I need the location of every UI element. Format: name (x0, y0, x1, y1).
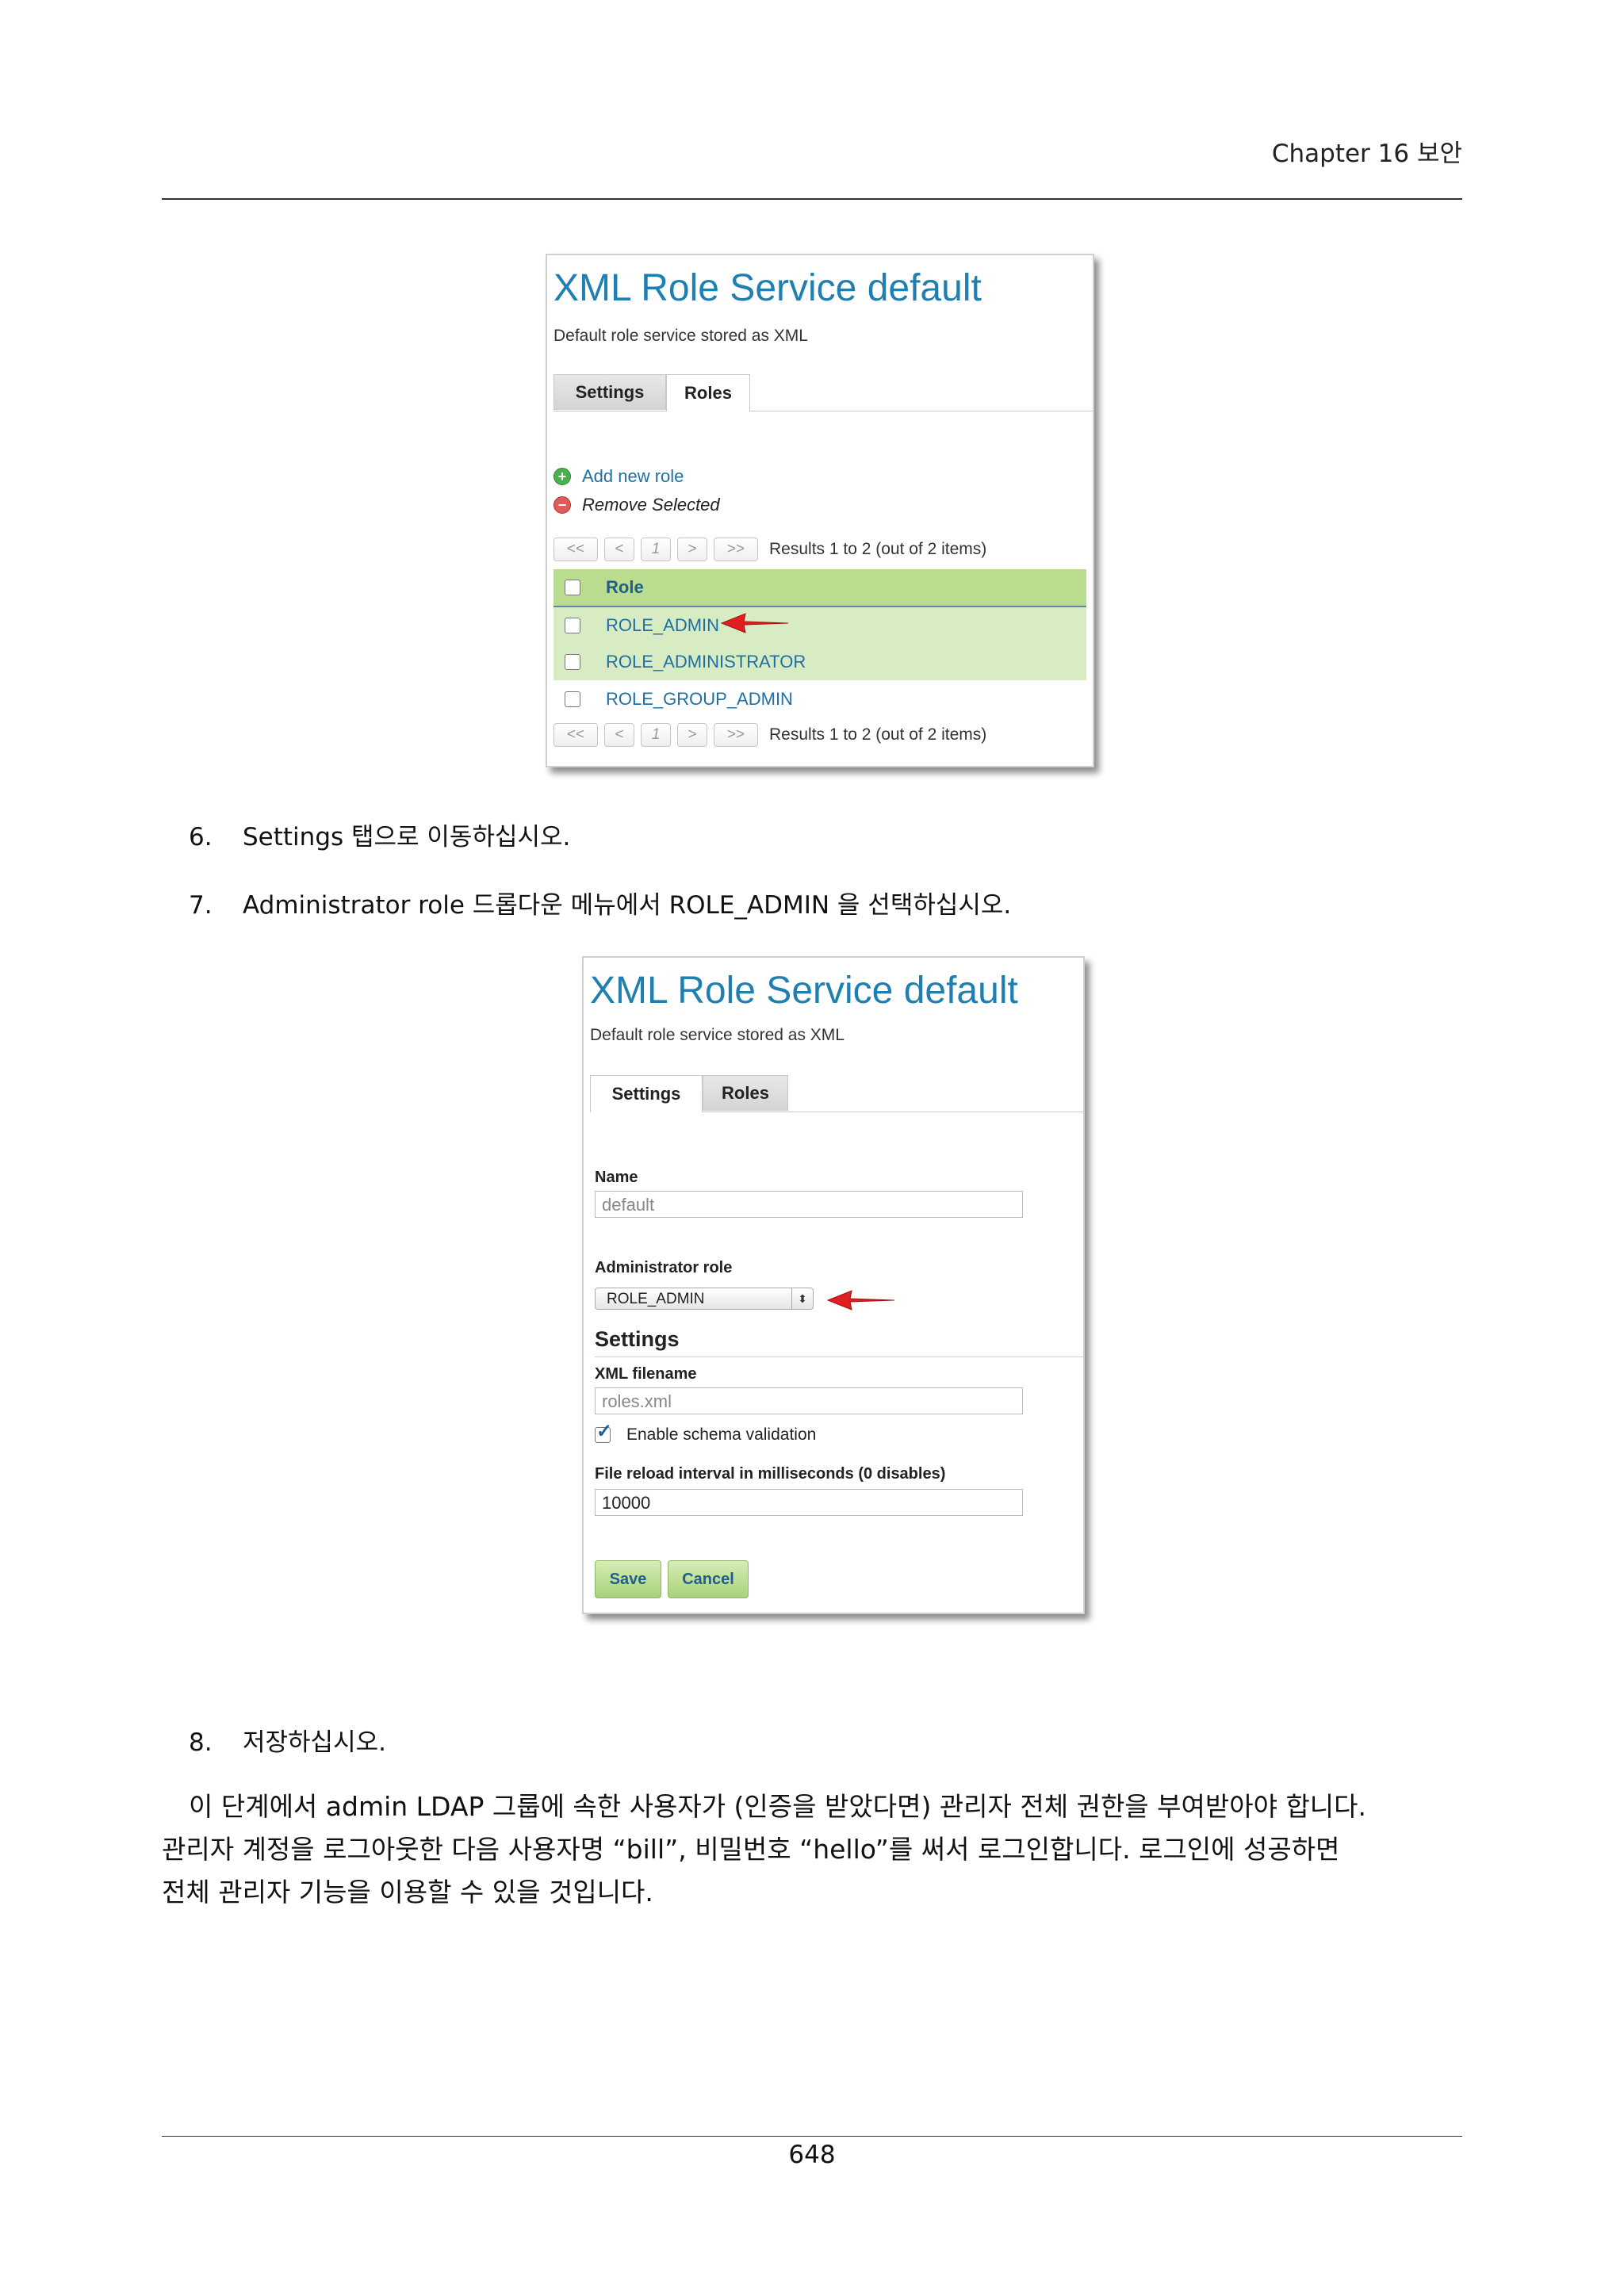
step-7: 7. Administrator role 드롭다운 메뉴에서 ROLE_ADMI… (189, 891, 1012, 920)
role-service-roles-screenshot: XML Role Service default Default role se… (546, 254, 1094, 767)
add-new-role-link[interactable]: + Add new role (553, 466, 684, 487)
first-page-button[interactable]: << (553, 723, 598, 747)
step-8: 8. 저장하십시오. (189, 1728, 386, 1757)
role-name[interactable]: ROLE_GROUP_ADMIN (606, 689, 793, 710)
select-all-checkbox[interactable] (565, 580, 580, 595)
name-field[interactable]: default (595, 1191, 1023, 1218)
checkmark-icon: ✓ (596, 1421, 613, 1442)
chapter-header: Chapter 16 보안 (1271, 140, 1462, 168)
results-count: Results 1 to 2 (out of 2 items) (769, 540, 987, 558)
remove-selected-link[interactable]: − Remove Selected (553, 495, 720, 515)
table-row[interactable]: ROLE_ADMIN (553, 607, 1086, 644)
panel-subtitle: Default role service stored as XML (553, 327, 808, 345)
role-column-header[interactable]: Role (606, 577, 644, 598)
remove-selected-label: Remove Selected (582, 495, 720, 515)
settings-section-heading: Settings (595, 1327, 1083, 1357)
last-page-button[interactable]: >> (714, 723, 758, 747)
page-number: 648 (788, 2141, 836, 2169)
red-arrow-icon (720, 613, 789, 633)
panel-subtitle: Default role service stored as XML (590, 1026, 845, 1044)
tab-settings[interactable]: Settings (590, 1075, 703, 1112)
name-label: Name (595, 1169, 638, 1186)
table-row[interactable]: ROLE_GROUP_ADMIN (553, 681, 1086, 718)
xml-filename-field[interactable]: roles.xml (595, 1387, 1023, 1414)
prev-page-button[interactable]: < (604, 538, 634, 561)
table-row[interactable]: ROLE_ADMINISTRATOR (553, 644, 1086, 680)
page-number-button[interactable]: 1 (641, 723, 671, 747)
prev-page-button[interactable]: < (604, 723, 634, 747)
schema-validation-checkbox[interactable]: ✓ Enable schema validation (595, 1421, 817, 1445)
reload-interval-field[interactable]: 10000 (595, 1489, 1023, 1516)
results-count: Results 1 to 2 (out of 2 items) (769, 725, 987, 744)
administrator-role-label: Administrator role (595, 1259, 733, 1276)
schema-validation-label: Enable schema validation (626, 1425, 817, 1444)
panel-title: XML Role Service default (553, 267, 982, 309)
xml-filename-label: XML filename (595, 1365, 697, 1383)
table-header-row: Role (553, 569, 1086, 607)
remove-icon: − (553, 496, 571, 514)
pager-top: << < 1 > >> Results 1 to 2 (out of 2 ite… (553, 538, 986, 561)
first-page-button[interactable]: << (553, 538, 598, 561)
last-page-button[interactable]: >> (714, 538, 758, 561)
add-new-role-label: Add new role (582, 466, 684, 486)
administrator-role-value: ROLE_ADMIN (607, 1291, 705, 1307)
row-checkbox[interactable] (565, 618, 580, 633)
row-checkbox[interactable] (565, 691, 580, 707)
tab-roles[interactable]: Roles (666, 374, 750, 411)
panel-title: XML Role Service default (590, 970, 1018, 1012)
tab-bar: Settings Roles (553, 374, 1093, 411)
page-number-button[interactable]: 1 (641, 538, 671, 561)
tab-settings[interactable]: Settings (553, 374, 666, 410)
pager-bottom: << < 1 > >> Results 1 to 2 (out of 2 ite… (553, 723, 986, 747)
footer-rule (162, 2136, 1462, 2137)
red-arrow-icon (826, 1290, 895, 1311)
administrator-role-select[interactable]: ROLE_ADMIN ⬍ (595, 1288, 814, 1310)
cancel-button[interactable]: Cancel (668, 1560, 749, 1598)
role-name[interactable]: ROLE_ADMINISTRATOR (606, 652, 806, 672)
add-icon: + (553, 468, 571, 485)
role-name[interactable]: ROLE_ADMIN (606, 615, 719, 636)
save-button[interactable]: Save (595, 1560, 661, 1598)
checkbox-box[interactable]: ✓ (595, 1421, 612, 1443)
role-service-settings-screenshot: XML Role Service default Default role se… (582, 956, 1085, 1614)
next-page-button[interactable]: > (677, 723, 707, 747)
step-6: 6. Settings 탭으로 이동하십시오. (189, 823, 571, 851)
select-arrows-icon: ⬍ (791, 1288, 813, 1309)
body-paragraph: 이 단계에서 admin LDAP 그룹에 속한 사용자가 (인증을 받았다면)… (162, 1791, 1367, 1908)
reload-interval-label: File reload interval in milliseconds (0 … (595, 1465, 946, 1483)
tab-bar: Settings Roles (590, 1075, 1083, 1112)
header-rule (162, 198, 1462, 200)
tab-roles[interactable]: Roles (703, 1075, 788, 1111)
row-checkbox[interactable] (565, 654, 580, 670)
next-page-button[interactable]: > (677, 538, 707, 561)
